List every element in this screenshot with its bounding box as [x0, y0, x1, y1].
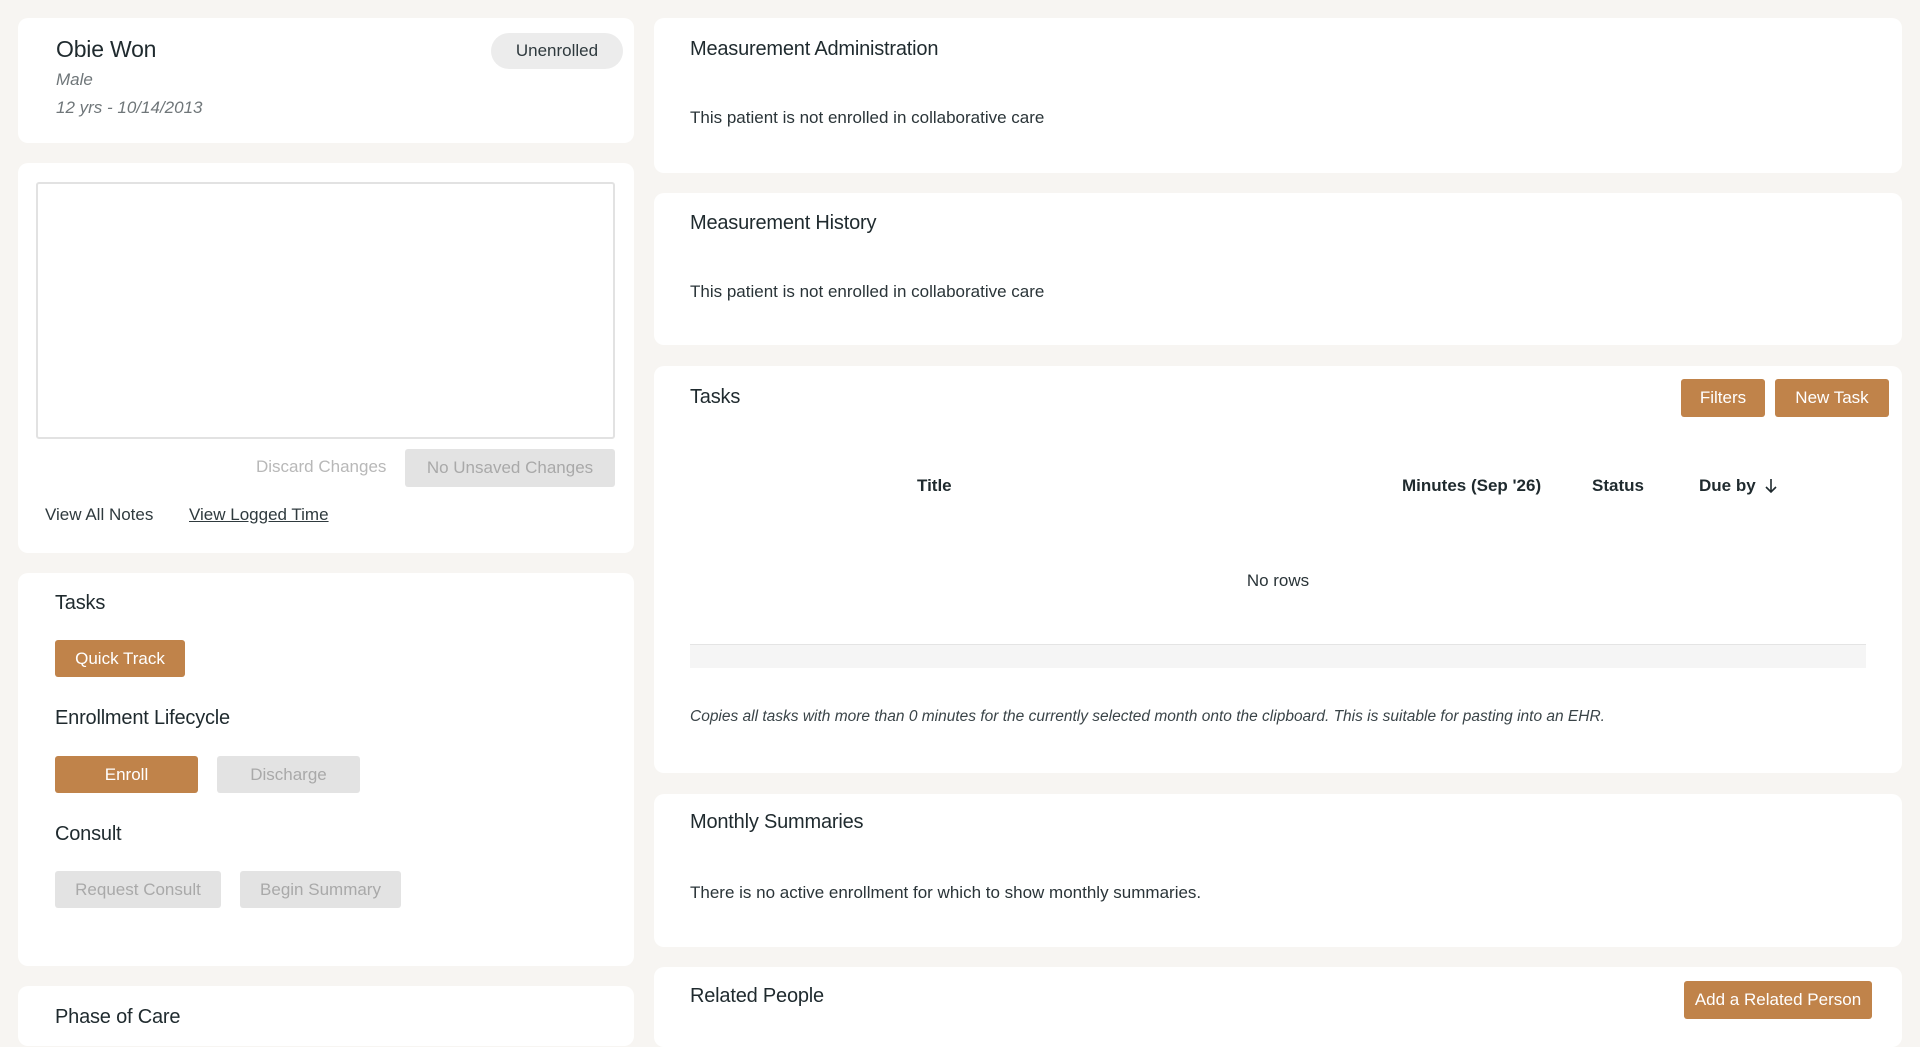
column-header-status[interactable]: Status — [1592, 476, 1644, 496]
patient-age-dob: 12 yrs - 10/14/2013 — [56, 98, 203, 117]
view-all-notes-link[interactable]: View All Notes — [45, 505, 153, 525]
measurement-history-title: Measurement History — [690, 212, 877, 234]
measurement-admin-card: Measurement Administration This patient … — [654, 18, 1902, 173]
tasks-empty-message: No rows — [1246, 571, 1310, 590]
request-consult-button[interactable]: Request Consult — [55, 871, 221, 908]
quick-track-button[interactable]: Quick Track — [55, 640, 185, 677]
column-header-minutes[interactable]: Minutes (Sep '26) — [1402, 476, 1541, 496]
monthly-summaries-card: Monthly Summaries There is no active enr… — [654, 794, 1902, 947]
phase-of-care-card: Phase of Care — [18, 986, 634, 1046]
related-people-title: Related People — [690, 985, 824, 1007]
measurement-history-message: This patient is not enrolled in collabor… — [690, 282, 1045, 301]
notes-card: Discard Changes No Unsaved Changes View … — [18, 163, 634, 553]
save-notes-button[interactable]: No Unsaved Changes — [405, 449, 615, 487]
phase-of-care-title: Phase of Care — [55, 1006, 181, 1028]
new-task-button[interactable]: New Task — [1775, 379, 1889, 417]
view-logged-time-link[interactable]: View Logged Time — [189, 505, 329, 525]
measurement-admin-title: Measurement Administration — [690, 38, 939, 60]
notes-textarea[interactable] — [36, 182, 615, 439]
patient-header-card: Obie Won Male 12 yrs - 10/14/2013 Unenro… — [18, 18, 634, 143]
tasks-panel-card: Tasks Filters New Task Title Minutes (Se… — [654, 366, 1902, 773]
table-horizontal-scrollbar[interactable] — [690, 645, 1866, 668]
enrollment-section-title: Enrollment Lifecycle — [55, 707, 230, 729]
sort-down-arrow-icon — [1764, 477, 1778, 495]
status-badge: Unenrolled — [491, 33, 623, 69]
patient-gender: Male — [56, 70, 93, 89]
add-related-person-button[interactable]: Add a Related Person — [1684, 981, 1872, 1019]
column-header-due-by[interactable]: Due by — [1699, 476, 1778, 496]
enroll-button[interactable]: Enroll — [55, 756, 198, 793]
tasks-footnote: Copies all tasks with more than 0 minute… — [690, 708, 1605, 725]
related-people-card: Related People Add a Related Person — [654, 967, 1902, 1047]
measurement-history-card: Measurement History This patient is not … — [654, 193, 1902, 345]
monthly-summaries-message: There is no active enrollment for which … — [690, 883, 1202, 902]
column-header-title[interactable]: Title — [917, 476, 952, 496]
monthly-summaries-title: Monthly Summaries — [690, 811, 864, 833]
tasks-section-title: Tasks — [55, 592, 106, 614]
begin-summary-button[interactable]: Begin Summary — [240, 871, 401, 908]
discard-changes-button[interactable]: Discard Changes — [256, 457, 386, 477]
patient-name: Obie Won — [56, 36, 157, 62]
column-header-due-by-label: Due by — [1699, 476, 1756, 495]
measurement-admin-message: This patient is not enrolled in collabor… — [690, 108, 1045, 127]
tasks-panel-title: Tasks — [690, 386, 741, 408]
consult-section-title: Consult — [55, 823, 122, 845]
discharge-button[interactable]: Discharge — [217, 756, 360, 793]
actions-card: Tasks Quick Track Enrollment Lifecycle E… — [18, 573, 634, 966]
filters-button[interactable]: Filters — [1681, 379, 1765, 417]
